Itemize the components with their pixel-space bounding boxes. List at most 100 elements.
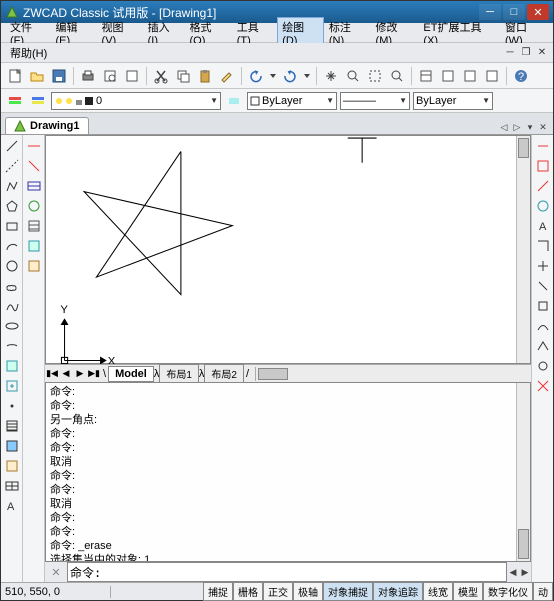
status-捕捉[interactable]: 捕捉: [203, 582, 233, 601]
match-properties-button[interactable]: [217, 66, 237, 86]
canvas-hscrollbar[interactable]: [255, 367, 531, 381]
polygon-button[interactable]: [3, 197, 21, 215]
status-对象捕捉[interactable]: 对象捕捉: [323, 582, 373, 601]
calculator-button[interactable]: [482, 66, 502, 86]
linetype-combo[interactable]: ——— ▼: [340, 92, 410, 110]
properties-button[interactable]: [416, 66, 436, 86]
cmdhist-vscrollbar[interactable]: [516, 383, 530, 561]
explode-button[interactable]: [534, 377, 552, 395]
tab-first-button[interactable]: ▮◀: [45, 367, 59, 381]
cut-button[interactable]: [151, 66, 171, 86]
layout1-tab[interactable]: 布局1: [159, 364, 199, 383]
layer-properties-button[interactable]: [5, 91, 25, 111]
chamfer-button[interactable]: [534, 337, 552, 355]
canvas-vscrollbar[interactable]: [516, 136, 530, 363]
break-button[interactable]: [534, 317, 552, 335]
zoom-window-button[interactable]: [365, 66, 385, 86]
undo-dropdown-button[interactable]: [268, 66, 278, 86]
rectangle-button[interactable]: [3, 217, 21, 235]
multiline-text-button[interactable]: A: [3, 497, 21, 515]
tab-prev-button[interactable]: ◀: [59, 367, 73, 381]
table-button[interactable]: [3, 477, 21, 495]
save-button[interactable]: [49, 66, 69, 86]
region-icon[interactable]: [25, 197, 43, 215]
status-正交[interactable]: 正交: [263, 582, 293, 601]
point-button[interactable]: [3, 397, 21, 415]
zoom-previous-button[interactable]: [387, 66, 407, 86]
coordinate-display[interactable]: 510, 550, 0: [1, 586, 111, 598]
command-line[interactable]: 命令:: [67, 562, 507, 582]
mdi-minimize-button[interactable]: ─: [503, 46, 517, 60]
time-button[interactable]: [534, 237, 552, 255]
distance-button[interactable]: [534, 137, 552, 155]
tab-last-button[interactable]: ▶▮: [87, 367, 101, 381]
cmd-scroll-left-button[interactable]: ◀: [507, 565, 519, 579]
design-center-button[interactable]: [438, 66, 458, 86]
zoom-realtime-button[interactable]: [343, 66, 363, 86]
id-point-button[interactable]: A: [534, 217, 552, 235]
menu-help[interactable]: 帮助(H): [5, 43, 52, 63]
cmd-handle-icon[interactable]: ✕: [45, 566, 67, 579]
new-button[interactable]: [5, 66, 25, 86]
publish-button[interactable]: [122, 66, 142, 86]
list-button[interactable]: [534, 197, 552, 215]
fillet-button[interactable]: [534, 357, 552, 375]
mdi-close-button[interactable]: ✕: [535, 46, 549, 60]
status-线宽[interactable]: 线宽: [423, 582, 453, 601]
tool-palettes-button[interactable]: [460, 66, 480, 86]
construction-line-button[interactable]: [3, 157, 21, 175]
area-button[interactable]: [534, 157, 552, 175]
print-button[interactable]: [78, 66, 98, 86]
open-button[interactable]: [27, 66, 47, 86]
spline-button[interactable]: [3, 297, 21, 315]
leader-icon[interactable]: [25, 157, 43, 175]
lineweight-combo[interactable]: ByLayer ▼: [413, 92, 493, 110]
status-模型[interactable]: 模型: [453, 582, 483, 601]
wipeout-icon[interactable]: [25, 257, 43, 275]
make-block-button[interactable]: [3, 377, 21, 395]
pan-button[interactable]: [321, 66, 341, 86]
ellipse-arc-button[interactable]: [3, 337, 21, 355]
model-tab[interactable]: Model: [108, 366, 154, 382]
insert-block-button[interactable]: [3, 357, 21, 375]
tab-scroll-right-button[interactable]: ▷: [511, 120, 523, 134]
layer-manager-button[interactable]: [28, 91, 48, 111]
redo-dropdown-button[interactable]: [302, 66, 312, 86]
layer-combo[interactable]: 0 ▼: [51, 92, 221, 110]
status-对象追踪[interactable]: 对象追踪: [373, 582, 423, 601]
mdi-restore-button[interactable]: ❐: [519, 46, 533, 60]
circle-button[interactable]: [3, 257, 21, 275]
print-preview-button[interactable]: [100, 66, 120, 86]
document-tab-active[interactable]: Drawing1: [5, 117, 89, 134]
table-icon[interactable]: [25, 177, 43, 195]
cmd-scroll-right-button[interactable]: ▶: [519, 565, 531, 579]
gradient-button[interactable]: [3, 437, 21, 455]
drawing-canvas[interactable]: X Y: [46, 136, 530, 378]
status-button[interactable]: [534, 257, 552, 275]
tab-next-button[interactable]: ▶: [73, 367, 87, 381]
color-combo[interactable]: ByLayer ▼: [247, 92, 337, 110]
help-button[interactable]: ?: [511, 66, 531, 86]
hatch-icon[interactable]: [25, 217, 43, 235]
copy-button[interactable]: [173, 66, 193, 86]
block-icon[interactable]: [25, 237, 43, 255]
status-动[interactable]: 动: [533, 582, 553, 601]
revision-cloud-button[interactable]: [3, 277, 21, 295]
status-数字化仪[interactable]: 数字化仪: [483, 582, 533, 601]
line-button[interactable]: [3, 137, 21, 155]
hatch-button[interactable]: [3, 417, 21, 435]
polyline-button[interactable]: [3, 177, 21, 195]
arc-button[interactable]: [3, 237, 21, 255]
paste-button[interactable]: [195, 66, 215, 86]
status-极轴[interactable]: 极轴: [293, 582, 323, 601]
command-input[interactable]: [101, 565, 504, 579]
undo-button[interactable]: [246, 66, 266, 86]
region-mass-button[interactable]: [534, 177, 552, 195]
status-栅格[interactable]: 栅格: [233, 582, 263, 601]
tab-scroll-left-button[interactable]: ◁: [498, 120, 510, 134]
tab-close-button[interactable]: ✕: [537, 120, 549, 134]
region-button[interactable]: [3, 457, 21, 475]
redo-button[interactable]: [280, 66, 300, 86]
dimension-icon[interactable]: [25, 137, 43, 155]
command-history[interactable]: 命令: 命令: 另一角点: 命令: 命令: 取消 命令: 命令: 取消 命令: …: [45, 382, 531, 562]
